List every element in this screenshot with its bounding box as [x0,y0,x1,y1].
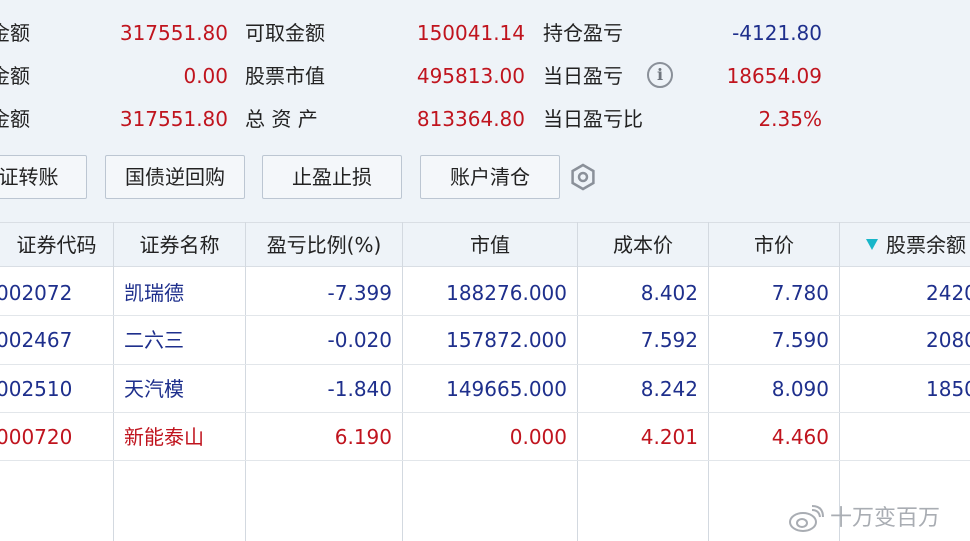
cell-cost: 7.592 [640,328,698,352]
cell-market-value: 188276.000 [446,281,567,305]
summary-value-position-pnl: -4121.80 [732,21,822,45]
column-divider [113,222,114,541]
row-divider [0,364,970,365]
watermark: 十万变百万 [788,500,940,536]
col-header-balance-label: 股票余额 [886,233,966,257]
cell-code: 002510 [0,377,73,401]
col-header-pnl-pct[interactable]: 盈亏比例(%) [246,223,402,267]
cell-pnl-pct: -0.020 [327,328,392,352]
cell-market-value: 0.000 [509,425,567,449]
summary-value-available: 317551.80 [119,107,228,131]
summary-label-balance: 金额 [0,21,30,45]
cell-cost: 4.201 [640,425,698,449]
stop-profit-loss-button[interactable]: 止盈止损 [262,155,402,199]
info-icon[interactable]: i [647,62,673,88]
col-header-balance[interactable]: 股票余额 [840,223,970,267]
summary-label-withdrawable: 可取金额 [245,21,325,45]
cell-balance: 2420 [926,281,970,305]
column-divider [839,222,840,541]
col-header-market-value[interactable]: 市值 [403,223,577,267]
row-divider [0,412,970,413]
positions-table-header: 证券代码 证券名称 盈亏比例(%) 市值 成本价 市价 股票余额 [0,222,970,267]
col-header-cost[interactable]: 成本价 [578,223,708,267]
cell-market-value: 157872.000 [446,328,567,352]
cell-market-value: 149665.000 [446,377,567,401]
summary-label-available: 金额 [0,107,30,131]
cell-code: 000720 [0,425,73,449]
summary-value-stock-value: 495813.00 [416,64,525,88]
col-header-price[interactable]: 市价 [709,223,839,267]
cell-code: 002467 [0,328,73,352]
cell-cost: 8.402 [640,281,698,305]
summary-label-daily-pnl-ratio: 当日盈亏比 [543,107,643,131]
summary-label-stock-value: 股票市值 [245,64,325,88]
sort-desc-icon [866,239,878,250]
cell-price: 8.090 [771,377,829,401]
cell-pnl-pct: -7.399 [327,281,392,305]
col-header-code[interactable]: 证券代码 [0,223,113,267]
cell-price: 4.460 [771,425,829,449]
bank-transfer-button[interactable]: 证转账 [0,155,87,199]
summary-value-daily-pnl-ratio: 2.35% [758,107,822,131]
cell-name: 新能泰山 [124,425,204,449]
summary-value-balance: 317551.80 [119,21,228,45]
cell-cost: 8.242 [640,377,698,401]
summary-label-frozen: 金额 [0,64,30,88]
summary-value-withdrawable: 150041.14 [416,21,525,45]
cell-name: 二六三 [124,328,184,352]
cell-balance: 1850 [926,377,970,401]
summary-value-total-assets: 813364.80 [416,107,525,131]
cell-name: 天汽模 [124,377,184,401]
clear-positions-button[interactable]: 账户清仓 [420,155,560,199]
row-divider [0,315,970,316]
cell-price: 7.780 [771,281,829,305]
summary-label-daily-pnl: 当日盈亏 [543,64,623,88]
summary-value-daily-pnl: 18654.09 [726,64,822,88]
cell-balance: 2080 [926,328,970,352]
summary-label-total-assets: 总 资 产 [245,107,318,131]
summary-value-frozen: 0.00 [183,64,228,88]
cell-price: 7.590 [771,328,829,352]
gear-icon[interactable] [569,163,597,191]
row-divider [0,460,970,461]
watermark-text: 十万变百万 [830,506,941,531]
col-header-name[interactable]: 证券名称 [114,223,245,267]
cell-name: 凯瑞德 [124,281,184,305]
cell-pnl-pct: 6.190 [334,425,392,449]
reverse-repo-button[interactable]: 国债逆回购 [105,155,245,199]
summary-label-position-pnl: 持仓盈亏 [543,21,623,45]
cell-pnl-pct: -1.840 [327,377,392,401]
cell-code: 002072 [0,281,73,305]
weibo-icon [789,505,824,532]
